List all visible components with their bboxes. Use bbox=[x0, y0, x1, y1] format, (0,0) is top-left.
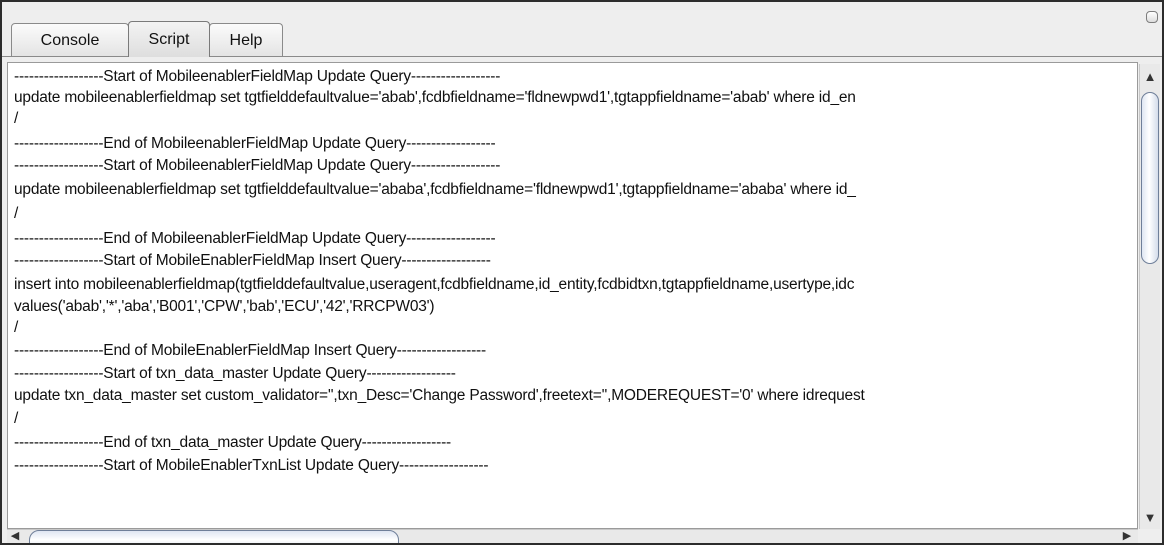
script-line: ------------------Start of Mobileenabler… bbox=[14, 157, 501, 174]
script-line: update txn_data_master set custom_valida… bbox=[14, 387, 865, 404]
scroll-up-icon[interactable]: ▲ bbox=[1140, 66, 1160, 86]
script-line: insert into mobileenablerfieldmap(tgtfie… bbox=[14, 276, 855, 293]
horizontal-scroll-thumb[interactable] bbox=[29, 530, 399, 543]
tab-help[interactable]: Help bbox=[209, 23, 283, 57]
script-line: update mobileenablerfieldmap set tgtfiel… bbox=[14, 89, 856, 106]
script-line: update mobileenablerfieldmap set tgtfiel… bbox=[14, 181, 856, 198]
vertical-scrollbar[interactable]: ▲ ▼ bbox=[1139, 64, 1160, 529]
scroll-left-icon[interactable]: ◀ bbox=[7, 530, 23, 543]
window-knob-icon[interactable] bbox=[1146, 11, 1158, 23]
script-line: ------------------End of txn_data_master… bbox=[14, 434, 451, 451]
script-line: ------------------End of MobileEnablerFi… bbox=[14, 342, 486, 359]
tab-bar: Console Script Help bbox=[2, 2, 1162, 60]
script-line: ------------------Start of Mobileenabler… bbox=[14, 68, 501, 85]
script-line: ------------------Start of MobileEnabler… bbox=[14, 252, 491, 269]
script-window: Console Script Help ------------------St… bbox=[0, 0, 1164, 545]
script-text-area[interactable]: ------------------Start of Mobileenabler… bbox=[7, 62, 1138, 529]
scroll-down-icon[interactable]: ▼ bbox=[1140, 507, 1160, 527]
tab-console[interactable]: Console bbox=[11, 23, 129, 57]
script-line: values('abab','*','aba','B001','CPW','ba… bbox=[14, 298, 435, 315]
horizontal-scrollbar[interactable]: ◀ ▶ bbox=[7, 529, 1138, 543]
script-line: ------------------Start of MobileEnabler… bbox=[14, 457, 489, 474]
scrollbar-corner bbox=[1139, 529, 1160, 543]
scroll-right-icon[interactable]: ▶ bbox=[1119, 530, 1135, 543]
script-line: ------------------Start of txn_data_mast… bbox=[14, 365, 456, 382]
tab-script[interactable]: Script bbox=[128, 21, 210, 57]
script-line: ------------------End of MobileenablerFi… bbox=[14, 230, 496, 247]
script-line: / bbox=[14, 319, 19, 336]
script-line: / bbox=[14, 410, 19, 427]
script-line: / bbox=[14, 110, 19, 127]
vertical-scroll-thumb[interactable] bbox=[1141, 92, 1159, 264]
script-line: / bbox=[14, 205, 19, 222]
script-line: ------------------End of MobileenablerFi… bbox=[14, 135, 496, 152]
